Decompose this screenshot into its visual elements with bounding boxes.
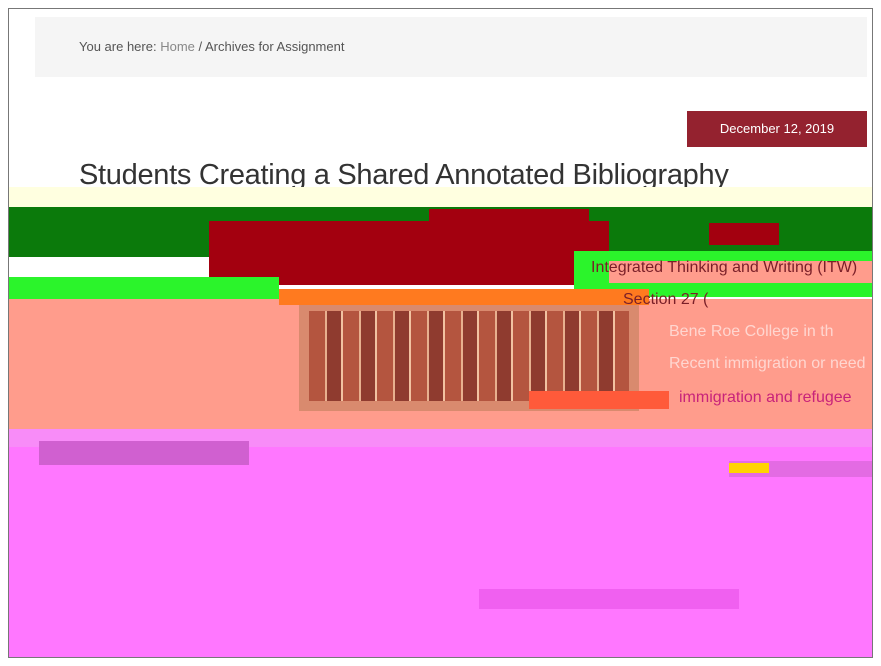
page-frame: You are here: Home / Archives for Assign… xyxy=(8,8,873,658)
breadcrumb-separator: / xyxy=(194,39,206,54)
breadcrumb: You are here: Home / Archives for Assign… xyxy=(35,17,867,77)
post-date-badge: December 12, 2019 xyxy=(687,111,867,147)
breadcrumb-prefix: You are here: xyxy=(79,39,161,54)
summary-line-2: Section 27 ( xyxy=(623,291,709,308)
summary-line-4: Recent immigration or need xyxy=(669,355,866,372)
breadcrumb-current: Archives for Assignment xyxy=(205,39,345,54)
summary-line-1: Integrated Thinking and Writing (ITW) xyxy=(591,259,858,276)
summary-line-3: Bene Roe College in th xyxy=(669,323,834,340)
summary-line-5: immigration and refugee xyxy=(679,389,852,406)
breadcrumb-home-link[interactable]: Home xyxy=(160,39,195,54)
